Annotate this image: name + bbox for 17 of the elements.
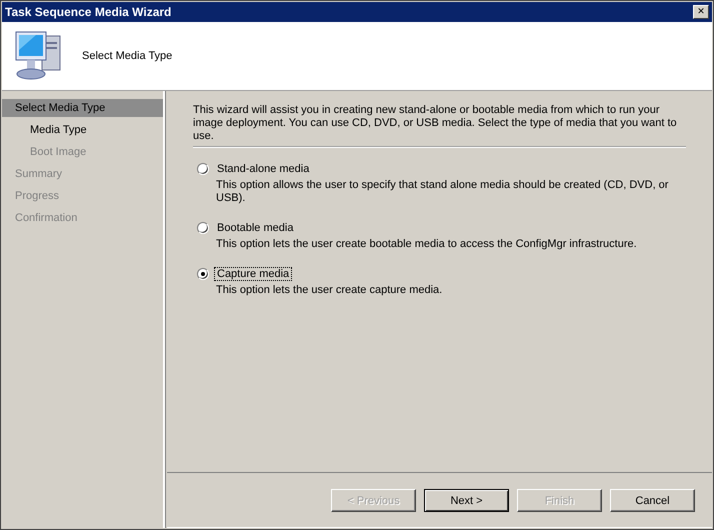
radio-button[interactable]	[197, 163, 209, 175]
sidebar-item[interactable]: Select Media Type	[2, 99, 163, 117]
radio-button[interactable]	[197, 268, 209, 280]
radio-label[interactable]: Bootable media	[214, 221, 296, 235]
wizard-button[interactable]: Next >	[424, 489, 509, 512]
page-title: Select Media Type	[82, 50, 172, 62]
option-description: This option lets the user create capture media.	[216, 284, 444, 297]
sidebar-item[interactable]: Media Type	[2, 121, 163, 139]
wizard-button[interactable]: Cancel	[610, 489, 695, 512]
intro-text: This wizard will assist you in creating new stand-alone or bootable media from which to run your image deployment. You can use CD, DVD, or USB media. Select the type of media that you want to use.	[193, 104, 678, 144]
radio-label[interactable]: Stand-alone media	[214, 162, 312, 176]
option-description: This option lets the user create bootable media to access the ConfigMgr infrastructure.	[216, 238, 638, 251]
radio-label[interactable]: Capture media	[214, 267, 292, 281]
close-button[interactable]: ✕	[693, 5, 709, 19]
window-title: Task Sequence Media Wizard	[5, 5, 172, 19]
option-description: This option allows the user to specify that stand alone media should be created (CD, DVD, or USB).	[216, 179, 670, 205]
radio-button[interactable]	[197, 222, 209, 234]
